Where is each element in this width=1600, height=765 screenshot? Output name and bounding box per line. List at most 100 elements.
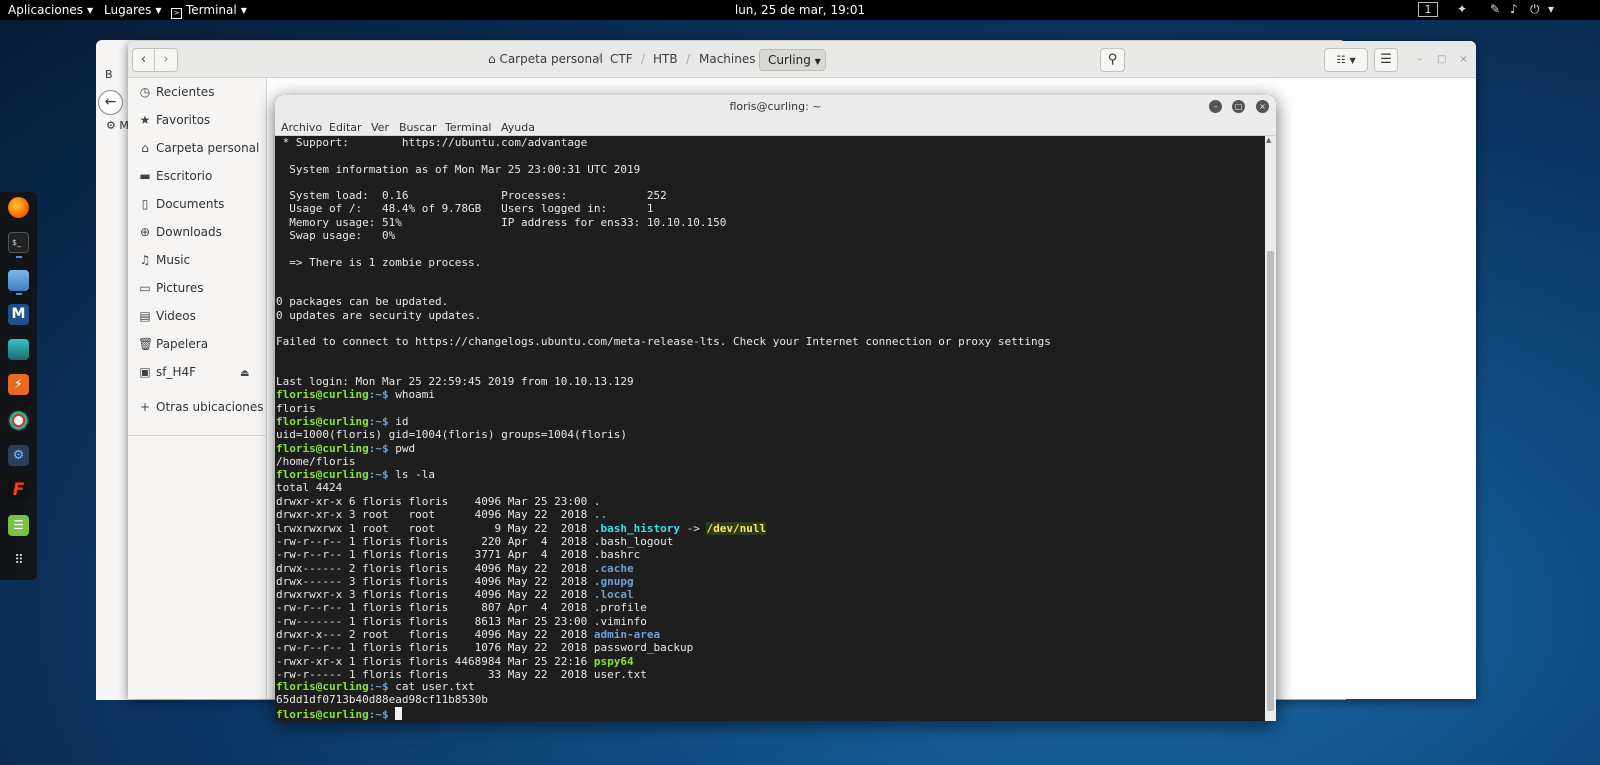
sidebar-item-sf-h4f[interactable]: ▣ sf_H4F <box>138 365 196 385</box>
ls-row-meta: -rw------- 1 floris floris 8613 Mar 25 2… <box>276 615 594 628</box>
terminal-line: floris <box>276 402 316 415</box>
breadcrumb-machines[interactable]: Machines <box>699 52 755 66</box>
terminal-line: uid=1000(floris) gid=1004(floris) groups… <box>276 428 627 441</box>
sidebar-item-documents[interactable]: ▯ Documents <box>138 197 225 217</box>
close-icon[interactable]: × <box>1256 100 1269 113</box>
burpsuite-icon[interactable]: ⚡ <box>8 374 29 395</box>
background-window-fragment: B <box>105 68 113 81</box>
prompt-line: floris@curling:~$ id <box>276 415 408 429</box>
ls-row: -rw-r--r-- 1 floris floris 220 Apr 4 201… <box>276 535 673 549</box>
prompt-user: floris@curling <box>276 415 369 428</box>
cherrytree-icon[interactable] <box>8 410 29 431</box>
plus-icon: + <box>139 400 151 414</box>
back-button[interactable]: ‹ <box>133 49 155 71</box>
gamepad-icon[interactable]: ✦ <box>1457 2 1467 16</box>
volume-icon[interactable]: ♪ <box>1510 2 1518 16</box>
ls-row-meta: -rw-r--r-- 1 floris floris 220 Apr 4 201… <box>276 535 594 548</box>
close-icon[interactable]: × <box>1459 55 1468 65</box>
terminal-output[interactable]: * Support: https://ubuntu.com/advantage … <box>275 136 1265 721</box>
ls-row-filename: .viminfo <box>593 615 647 628</box>
top-bar: Aplicaciones ▼ Lugares ▼ > Terminal ▼ lun, 2… <box>0 0 1600 20</box>
ls-row-filename: .cache <box>593 562 634 575</box>
scroll-up-arrow-icon[interactable]: ▲ <box>1266 136 1271 144</box>
sidebar-item-papelera[interactable]: 🗑 Papelera <box>138 337 208 357</box>
forward-button[interactable]: › <box>155 49 177 71</box>
eject-icon[interactable]: ⏏ <box>240 368 249 379</box>
ls-row-filename: .local <box>593 588 634 601</box>
armitage-icon[interactable] <box>8 339 29 360</box>
ls-row: drwxr-x--- 2 root floris 4096 May 22 201… <box>276 628 660 642</box>
power-icon[interactable]: ⏻ <box>1530 2 1540 17</box>
nav-buttons: ‹ › <box>132 48 178 72</box>
breadcrumb-ctf[interactable]: CTF <box>610 52 633 66</box>
terminal-menubar: Archivo Editar Ver Buscar Terminal Ayuda <box>275 118 1276 136</box>
document-icon: ▯ <box>141 197 149 211</box>
maximize-icon[interactable]: □ <box>1232 100 1245 113</box>
sidebar-item-downloads[interactable]: ⊕ Downloads <box>138 225 222 245</box>
terminal-line: * Support: https://ubuntu.com/advantage <box>276 136 588 149</box>
menu-archivo[interactable]: Archivo <box>281 121 322 134</box>
menu-button[interactable]: ☰ <box>1374 48 1398 72</box>
ls-row: -rwxr-xr-x 1 floris floris 4468984 Mar 2… <box>276 655 634 669</box>
maximize-icon[interactable]: □ <box>1437 55 1446 65</box>
files-sidebar: ◷ Recientes ★ Favoritos ⌂ Carpeta personal … <box>128 78 267 699</box>
running-indicator <box>16 256 22 258</box>
menu-editar[interactable]: Editar <box>329 121 362 134</box>
sidebar-item-music[interactable]: ♫ Music <box>138 253 191 273</box>
breadcrumb-curling[interactable]: Curling ▼ <box>759 49 826 71</box>
ls-row-filename: .bash_history <box>593 522 680 535</box>
prompt-path: :~$ <box>368 442 396 455</box>
search-button[interactable]: ⚲ <box>1100 48 1125 72</box>
text-editor-icon[interactable]: ☰ <box>8 515 29 536</box>
files-icon[interactable] <box>8 270 29 291</box>
menu-ver[interactable]: Ver <box>371 121 389 134</box>
terminal-scrollbar[interactable]: ▲ <box>1265 136 1276 721</box>
maltego-icon[interactable]: ⚙ <box>8 445 29 466</box>
terminal-titlebar[interactable]: floris@curling: ~ – □ × <box>275 95 1276 118</box>
prompt-line-active[interactable]: floris@curling:~$ <box>276 707 403 721</box>
clock-icon: ◷ <box>139 85 151 99</box>
breadcrumb-separator: / <box>597 52 602 66</box>
sidebar-item-escritorio[interactable]: ▬ Escritorio <box>138 169 212 189</box>
clock[interactable]: lun, 25 de mar, 19:01 <box>0 3 1600 17</box>
pen-icon[interactable]: ✎ <box>1490 2 1500 16</box>
ls-row: drwxrwxr-x 3 floris floris 4096 May 22 2… <box>276 588 634 602</box>
sidebar-item-otras-ubicaciones[interactable]: + Otras ubicaciones <box>138 400 264 420</box>
ls-row-meta: drwx------ 3 floris floris 4096 May 22 2… <box>276 575 594 588</box>
sidebar-item-recientes[interactable]: ◷ Recientes <box>138 85 215 105</box>
firefox-icon[interactable] <box>8 197 29 218</box>
menu-buscar[interactable]: Buscar <box>399 121 437 134</box>
background-back-arrow-icon[interactable]: ← <box>98 90 123 115</box>
prompt-path: :~$ <box>368 468 396 481</box>
sidebar-item-favoritos[interactable]: ★ Favoritos <box>138 113 211 133</box>
system-menu-chevron-icon[interactable]: ▾ <box>1548 2 1554 16</box>
ls-row-filename: admin-area <box>593 628 661 641</box>
trash-icon: 🗑 <box>138 337 154 351</box>
faraday-icon[interactable]: F <box>8 480 29 501</box>
running-indicator <box>16 293 22 295</box>
sidebar-divider <box>128 435 267 436</box>
ls-row-meta: lrwxrwxrwx 1 root root 9 May 22 2018 <box>276 522 594 535</box>
metasploit-icon[interactable]: M <box>8 304 29 325</box>
view-options-button[interactable]: ☷ ▼ <box>1324 48 1368 72</box>
ls-row-filename: user.txt <box>593 668 647 681</box>
scrollbar-thumb[interactable] <box>1267 251 1274 711</box>
minimize-icon[interactable]: – <box>1415 55 1424 65</box>
terminal-icon[interactable]: $_ <box>8 232 29 253</box>
breadcrumb-htb[interactable]: HTB <box>653 52 678 66</box>
workspace-indicator[interactable]: 1 <box>1418 2 1438 17</box>
menu-ayuda[interactable]: Ayuda <box>501 121 535 134</box>
picture-icon: ▭ <box>139 281 151 295</box>
list-view-icon: ☷ <box>1336 55 1346 66</box>
sidebar-item-carpeta-personal[interactable]: ⌂ Carpeta personal <box>138 141 259 161</box>
show-applications-icon[interactable]: ⠿ <box>8 550 29 571</box>
menu-terminal[interactable]: Terminal <box>445 121 492 134</box>
sidebar-item-videos[interactable]: ▤ Videos <box>138 309 196 329</box>
sidebar-item-pictures[interactable]: ▭ Pictures <box>138 281 203 301</box>
ls-row-link-target: /dev/null <box>706 522 767 535</box>
ls-row-meta: drwxr-x--- 2 root floris 4096 May 22 201… <box>276 628 594 641</box>
ls-row-meta: -rw-r--r-- 1 floris floris 807 Apr 4 201… <box>276 601 594 614</box>
breadcrumb-home[interactable]: ⌂ Carpeta personal <box>488 52 603 66</box>
prompt-user: floris@curling <box>276 388 369 401</box>
minimize-icon[interactable]: – <box>1209 100 1222 113</box>
